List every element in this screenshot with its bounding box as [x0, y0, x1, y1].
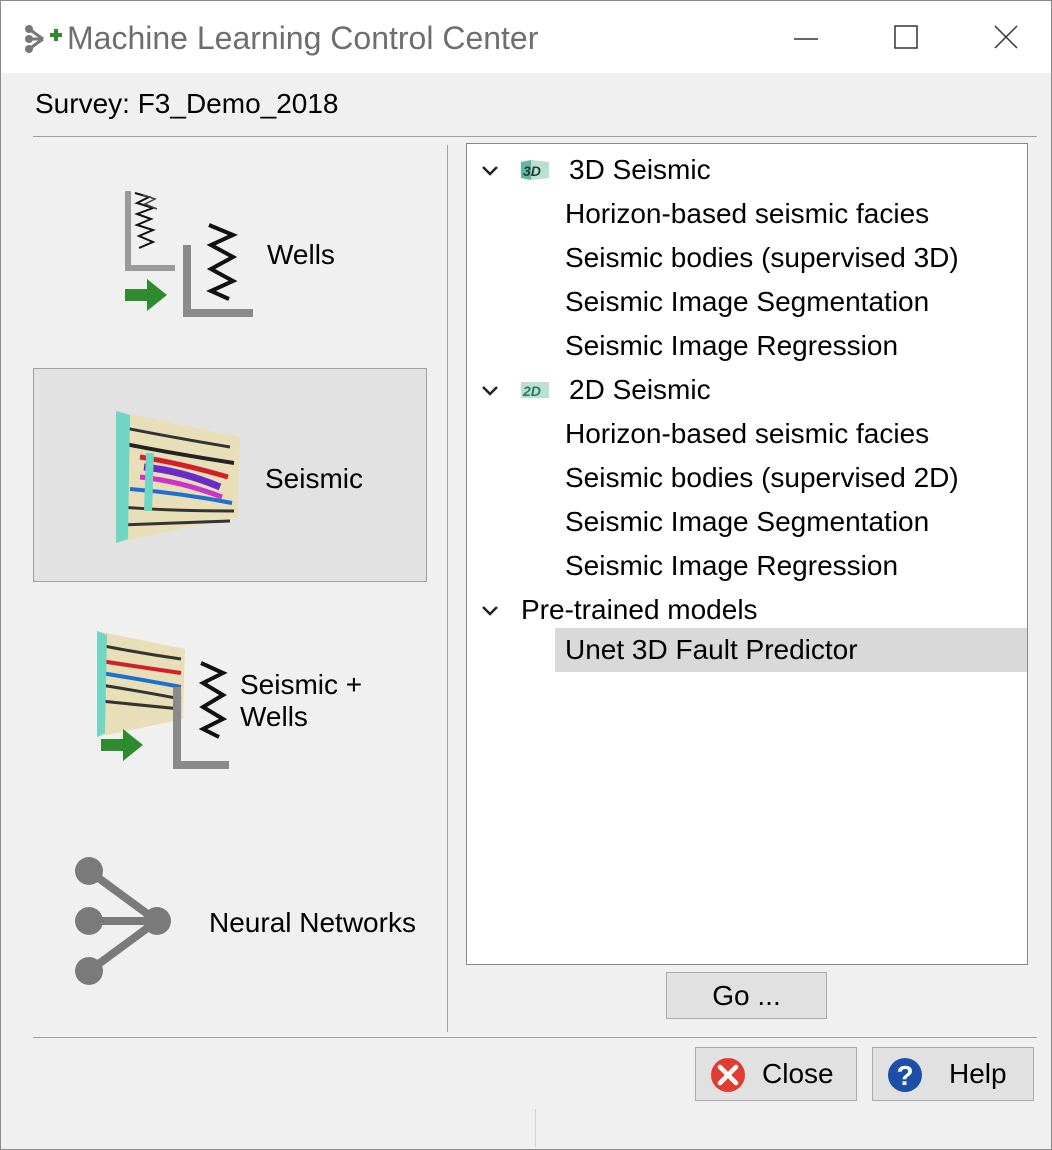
statusbar-separator — [535, 1109, 536, 1147]
tree-item-label: Seismic bodies (supervised 3D) — [565, 242, 959, 273]
category-label-seismic: Seismic — [265, 463, 364, 494]
divider-top — [33, 136, 1037, 137]
3d-icon: 3D — [521, 160, 549, 180]
maximize-button[interactable] — [856, 1, 956, 73]
app-network-icon — [25, 25, 62, 53]
tree-group-2d-seismic[interactable]: 2D 2D Seismic — [467, 368, 1027, 412]
category-label-wells: Wells — [267, 239, 335, 270]
tree-group-pretrained-models[interactable]: Pre-trained models — [467, 588, 1027, 632]
tree-item-label: Seismic bodies (supervised 2D) — [565, 462, 959, 493]
tree-group-3d-seismic[interactable]: 3D 3D Seismic — [467, 148, 1027, 192]
category-seismic-wells[interactable]: Seismic + Wells — [33, 599, 427, 813]
tree-item-label: Seismic Image Segmentation — [565, 286, 930, 317]
2d-icon-text: 2D — [522, 383, 541, 399]
minimize-button[interactable] — [756, 1, 856, 73]
chevron-down-icon[interactable] — [481, 148, 499, 192]
close-x-icon — [711, 1058, 745, 1092]
tree-item[interactable]: Seismic bodies (supervised 2D) — [555, 456, 1027, 500]
chevron-down-icon[interactable] — [481, 368, 499, 412]
tree-group-label: 3D Seismic — [569, 154, 711, 185]
help-button[interactable]: ? Help — [872, 1047, 1034, 1101]
tree-item-label: Seismic Image Segmentation — [565, 506, 930, 537]
category-wells[interactable]: Wells — [33, 145, 427, 359]
tree-group-label: Pre-trained models — [521, 594, 758, 625]
tree-item[interactable]: Horizon-based seismic facies — [555, 192, 1027, 236]
category-label-neural-networks: Neural Networks — [209, 907, 416, 938]
category-label-seismic-wells-line1: Seismic + — [240, 669, 363, 700]
window-title: Machine Learning Control Center — [67, 20, 539, 56]
tree-item[interactable]: Seismic Image Segmentation — [555, 500, 1027, 544]
tree-group-label: 2D Seismic — [569, 374, 711, 405]
seismic-wells-icon — [97, 631, 229, 769]
title-bar[interactable]: Machine Learning Control Center — [1, 1, 1051, 73]
divider-bottom — [33, 1037, 1037, 1038]
ml-control-center-window: Machine Learning Control Center Survey: … — [0, 0, 1052, 1150]
tree-item-label: Seismic Image Regression — [565, 330, 899, 361]
tree-item[interactable]: Seismic Image Regression — [555, 324, 1027, 368]
3d-icon-text: 3D — [523, 163, 541, 179]
survey-label: Survey: F3_Demo_2018 — [35, 88, 339, 119]
tree-item[interactable]: Seismic Image Segmentation — [555, 280, 1027, 324]
tree-item-label: Unet 3D Fault Predictor — [565, 634, 858, 665]
tree-item[interactable]: Seismic Image Regression — [555, 544, 1027, 588]
tree-item-label: Horizon-based seismic facies — [565, 418, 930, 449]
workflow-tree[interactable]: 3D 3D Seismic Horizon-based seismic faci… — [466, 143, 1028, 965]
tree-item-label: Horizon-based seismic facies — [565, 198, 930, 229]
category-label-seismic-wells-line2: Wells — [240, 701, 308, 732]
seismic-icon — [116, 411, 240, 543]
wells-icon — [125, 191, 253, 317]
help-question-icon: ? — [888, 1058, 922, 1092]
category-seismic[interactable]: Seismic — [33, 368, 427, 582]
svg-text:?: ? — [896, 1060, 913, 1091]
tree-item-label: Seismic Image Regression — [565, 550, 899, 581]
2d-icon: 2D — [521, 382, 549, 399]
panel-divider — [447, 145, 448, 1032]
close-button-label: Close — [762, 1058, 834, 1089]
category-neural-networks[interactable]: Neural Networks — [33, 821, 427, 1035]
chevron-down-icon[interactable] — [481, 588, 499, 632]
neural-network-icon — [75, 857, 171, 985]
help-button-label: Help — [949, 1058, 1007, 1089]
close-icon — [994, 25, 1018, 49]
tree-item[interactable]: Horizon-based seismic facies — [555, 412, 1027, 456]
window-close-button[interactable] — [956, 1, 1052, 73]
go-button[interactable]: Go ... — [666, 972, 827, 1019]
maximize-icon — [894, 25, 918, 49]
close-button[interactable]: Close — [695, 1047, 857, 1101]
tree-item[interactable]: Seismic bodies (supervised 3D) — [555, 236, 1027, 280]
minimize-icon — [794, 38, 818, 40]
tree-item-selected[interactable]: Unet 3D Fault Predictor — [555, 628, 1027, 672]
